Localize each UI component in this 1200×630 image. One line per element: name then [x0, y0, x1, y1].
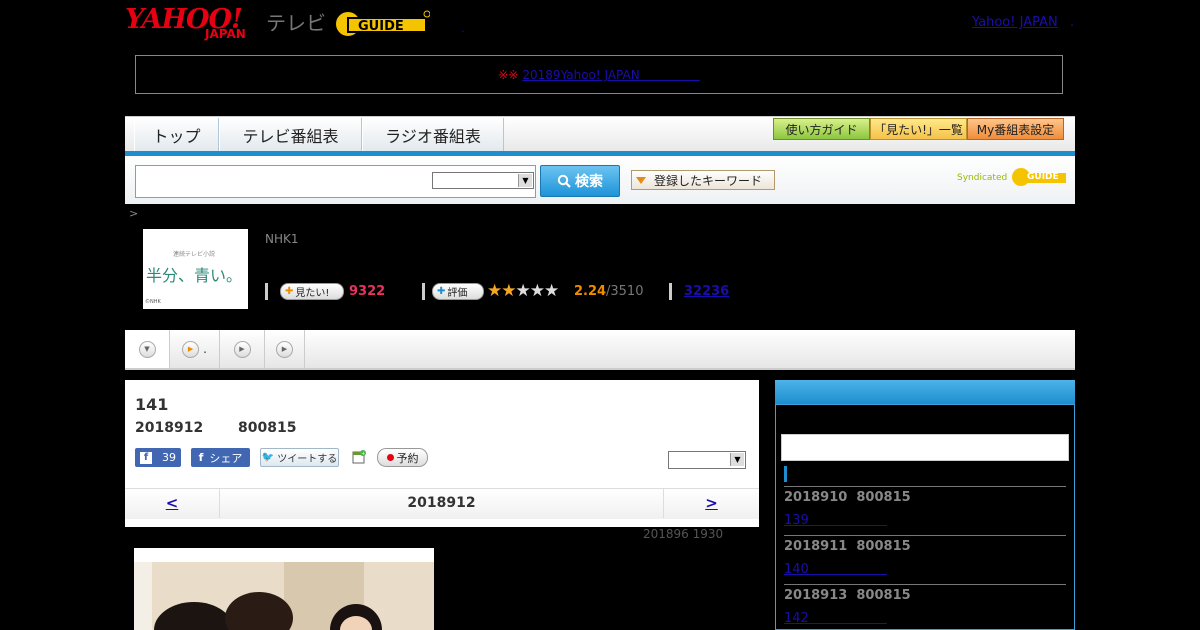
channel-name: NHK1 — [265, 232, 299, 246]
star-filled-icon: ★ — [501, 281, 516, 301]
svg-text:+: + — [361, 451, 365, 457]
triangle-down-icon — [636, 176, 646, 184]
sidebar-item-link[interactable]: 142 — [784, 607, 887, 626]
episode-number: 141 — [135, 395, 169, 414]
chevron-down-icon: ▼ — [518, 174, 532, 187]
next-episode-link[interactable]: > — [663, 488, 759, 518]
tweet-label: ツイートする — [277, 454, 338, 465]
registered-keyword-label: 登録したキーワード — [654, 173, 763, 188]
play-icon: ▶ — [182, 340, 200, 358]
my-settings-button[interactable]: My番組表設定 — [967, 118, 1064, 140]
star-empty-icon: ★ — [529, 281, 545, 301]
episode-select[interactable]: ▼ — [668, 451, 746, 469]
notice-link[interactable]: 20189Yahoo! JAPAN — [522, 66, 699, 83]
divider — [422, 283, 425, 300]
svg-text:GUIDE: GUIDE — [358, 19, 404, 34]
sidebar-section-marker — [784, 466, 787, 482]
sidebar-divider — [784, 486, 1066, 487]
divider — [669, 283, 672, 300]
star-empty-icon: ★ — [544, 281, 559, 301]
search-category-select[interactable]: ▼ — [432, 172, 534, 189]
tweet-button[interactable]: 🐦 ツイートする — [260, 448, 339, 467]
reserve-button[interactable]: 予約 — [377, 448, 428, 467]
guide-button[interactable]: 使い方ガイド — [773, 118, 870, 140]
updated-timestamp: 201896 1930 — [643, 527, 724, 541]
thumb-series-text: 連続テレビ小説 — [173, 251, 216, 258]
yahoo-japan-link[interactable]: Yahoo! JAPAN — [972, 15, 1058, 30]
facebook-like-button[interactable]: f 39 — [135, 448, 181, 467]
record-dot-icon — [386, 454, 394, 461]
want-list-button[interactable]: 「見たい!」一覧 — [870, 118, 967, 140]
subnav-item-4[interactable]: ▶ — [265, 330, 305, 368]
sidebar-item-link[interactable]: 139 — [784, 509, 887, 528]
thumb-credit-text: ©NHK — [145, 299, 161, 305]
main-nav: トップ テレビ番組表 ラジオ番組表 使い方ガイド 「見たい!」一覧 My番組表設… — [125, 116, 1075, 152]
subnav-item-2-label: . — [203, 342, 207, 356]
sub-nav: ▼ ▶ . ▶ ▶ — [125, 330, 1075, 370]
sidebar-header — [775, 380, 1075, 404]
facebook-like-count: 39 — [162, 451, 176, 464]
rate-label: 評価 — [447, 288, 468, 299]
facebook-share-label: シェア — [209, 451, 243, 465]
sidebar-item-link[interactable]: 140 — [784, 558, 887, 577]
star-filled-icon: ★ — [487, 281, 502, 301]
sidebar-search-input[interactable] — [781, 434, 1069, 461]
facebook-icon: f — [198, 451, 204, 464]
pager-date: 2018912 — [407, 495, 476, 511]
want-to-watch-label: 見たい! — [295, 288, 330, 299]
star-empty-icon: ★ — [515, 281, 531, 301]
registered-keyword-button[interactable]: 登録したキーワード — [631, 170, 775, 190]
tab-tv-listings[interactable]: テレビ番組表 — [219, 118, 362, 151]
play-icon: ▶ — [276, 340, 293, 358]
sidebar-item-date: 2018911 800815 — [784, 539, 911, 554]
breadcrumb: > — [129, 207, 139, 220]
rate-button[interactable]: ✚ 評価 — [432, 283, 484, 300]
rating-count: /3510 — [606, 284, 644, 299]
sidebar-item-date: 2018910 800815 — [784, 490, 911, 505]
want-count: 9322 — [349, 284, 386, 299]
prev-episode-link[interactable]: < — [125, 488, 220, 518]
twitter-bird-icon: 🐦 — [261, 452, 275, 463]
header-dot: . — [461, 22, 465, 35]
search-icon — [557, 174, 571, 188]
subnav-item-2[interactable]: ▶ . — [170, 330, 220, 368]
yahoo-japan-logo-text: JAPAN — [205, 27, 246, 41]
syndicated-text: Syndicated — [957, 173, 1008, 183]
divider — [265, 283, 268, 300]
sidebar-item-date: 2018913 800815 — [784, 588, 911, 603]
tab-radio-listings[interactable]: ラジオ番組表 — [362, 118, 504, 151]
reserve-label: 予約 — [396, 451, 419, 465]
plus-icon: ✚ — [285, 286, 294, 297]
tv-logo-text: テレビ — [266, 11, 326, 35]
syndicated-gguide-logo: Syndicated GUIDE — [957, 166, 1067, 188]
want-to-watch-button[interactable]: ✚ 見たい! — [280, 283, 344, 300]
rating-value: 2.24 — [574, 284, 607, 299]
episode-time: 800815 — [238, 420, 297, 436]
header-link-dot: . — [1070, 15, 1075, 30]
gguide-logo[interactable]: GUIDE — [334, 8, 431, 40]
facebook-icon: f — [140, 451, 152, 464]
notice-mark: ※※ — [498, 67, 519, 82]
subnav-item-3[interactable]: ▶ — [220, 330, 265, 368]
sidebar-divider — [784, 584, 1066, 585]
star-rating: ★★★★★ — [487, 281, 559, 301]
program-thumbnail: 連続テレビ小説 半分、青い。 ©NHK — [143, 229, 248, 309]
chevron-down-icon: ▼ — [730, 453, 744, 466]
subnav-item-1[interactable]: ▼ — [125, 330, 170, 368]
episode-date: 2018912 — [135, 420, 204, 436]
tab-top[interactable]: トップ — [134, 118, 219, 151]
review-count-link[interactable]: 32236 — [684, 284, 729, 299]
search-button[interactable]: 検索 — [540, 165, 620, 197]
plus-icon: ✚ — [437, 286, 446, 297]
facebook-share-button[interactable]: f シェア — [191, 448, 250, 467]
episode-photo — [134, 548, 434, 630]
syndicated-gguide-text: GUIDE — [1027, 172, 1059, 182]
sidebar-divider — [784, 535, 1066, 536]
calendar-add-icon[interactable]: + — [352, 449, 366, 464]
notice-box: ※※ 20189Yahoo! JAPAN — [135, 55, 1063, 94]
play-icon: ▶ — [233, 340, 251, 358]
chevron-down-icon: ▼ — [138, 340, 156, 358]
search-button-label: 検索 — [575, 174, 603, 190]
thumb-title-text: 半分、青い。 — [146, 266, 243, 285]
